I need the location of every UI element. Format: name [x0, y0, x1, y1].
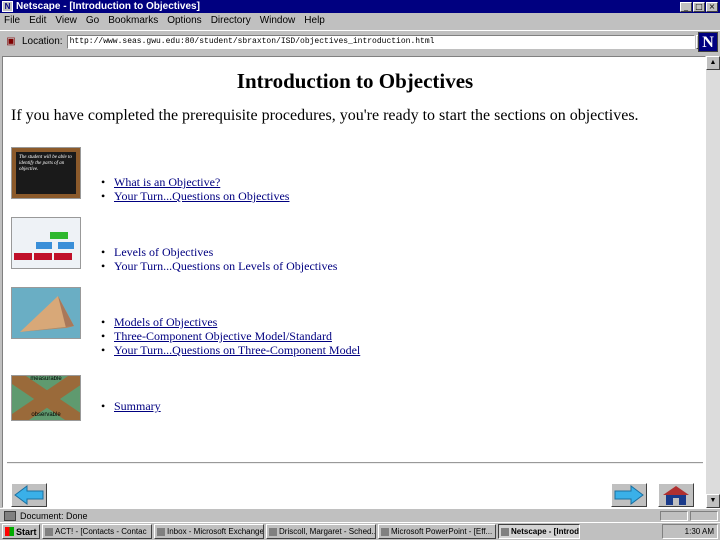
taskbar: Start ACT! - [Contacts - Contac Inbox - … — [0, 522, 720, 540]
link-summary[interactable]: Summary — [114, 399, 161, 413]
scroll-down-button[interactable]: ▼ — [706, 494, 720, 508]
list-item: What is an Objective? — [101, 175, 289, 189]
status-text: Document: Done — [20, 510, 88, 521]
link-three-component-model[interactable]: Three-Component Objective Model/Standard — [114, 329, 332, 343]
measurable-observable-icon: measurable observable — [11, 375, 81, 421]
start-label: Start — [16, 526, 37, 537]
right-arrow-icon — [614, 485, 644, 505]
menu-window[interactable]: Window — [260, 15, 296, 26]
menu-go[interactable]: Go — [86, 15, 99, 26]
page-title: Introduction to Objectives — [236, 69, 474, 93]
menu-bookmarks[interactable]: Bookmarks — [108, 15, 158, 26]
location-label: Location: — [22, 36, 63, 47]
model-shapes-icon — [11, 287, 81, 339]
link-questions-three-component[interactable]: Your Turn...Questions on Three-Component… — [114, 343, 360, 357]
close-button[interactable]: × — [706, 1, 718, 12]
list-item: Summary — [101, 399, 161, 413]
list-item: Your Turn...Questions on Three-Component… — [101, 343, 360, 357]
task-netscape[interactable]: Netscape - [Introduct... — [498, 524, 580, 539]
act-icon — [45, 527, 53, 536]
minimize-button[interactable]: _ — [680, 1, 692, 12]
task-powerpoint[interactable]: Microsoft PowerPoint - [Eff... — [378, 524, 496, 539]
chalkboard-thumbnail: The student will be able to identify the… — [11, 147, 81, 199]
task-label: Driscoll, Margaret - Sched... — [279, 527, 376, 536]
windows-logo-icon — [5, 527, 14, 536]
hierarchy-chart-icon — [11, 217, 81, 269]
section-models: Models of Objectives Three-Component Obj… — [11, 287, 691, 357]
link-levels-of-objectives[interactable]: Levels of Objectives — [114, 245, 213, 259]
netscape-icon — [501, 527, 509, 536]
vertical-scrollbar[interactable]: ▲ ▼ — [706, 56, 720, 508]
location-input[interactable]: http://www.seas.gwu.edu:80/student/sbrax… — [66, 34, 695, 49]
measurable-label: measurable — [30, 376, 62, 382]
menu-options[interactable]: Options — [167, 15, 201, 26]
task-act-contacts[interactable]: ACT! - [Contacts - Contac — [42, 524, 152, 539]
page-content: Introduction to Objectives If you have c… — [2, 56, 706, 508]
window-title: Netscape - [Introduction to Objectives] — [16, 1, 200, 12]
next-page-button[interactable] — [611, 483, 647, 507]
status-bar: Document: Done — [0, 508, 720, 522]
clock[interactable]: 1:30 AM — [685, 527, 714, 536]
menu-help[interactable]: Help — [304, 15, 325, 26]
home-button[interactable] — [658, 483, 694, 507]
system-tray: 1:30 AM — [662, 524, 718, 539]
progress-cell — [660, 510, 688, 521]
previous-page-button[interactable] — [11, 483, 47, 507]
menu-bar: File Edit View Go Bookmarks Options Dire… — [0, 13, 720, 27]
list-item: Three-Component Objective Model/Standard — [101, 329, 360, 343]
mail-cell — [690, 510, 718, 521]
task-label: ACT! - [Contacts - Contac — [55, 527, 147, 536]
security-key-icon — [4, 510, 16, 521]
schedule-icon — [269, 527, 277, 536]
task-exchange-inbox[interactable]: Inbox - Microsoft Exchange — [154, 524, 264, 539]
link-models-of-objectives[interactable]: Models of Objectives — [114, 315, 217, 329]
location-bar: ▣ Location: http://www.seas.gwu.edu:80/s… — [0, 30, 720, 52]
task-label: Microsoft PowerPoint - [Eff... — [391, 527, 493, 536]
list-item: Levels of Objectives — [101, 245, 337, 259]
observable-label: observable — [31, 412, 61, 418]
netscape-logo: N — [698, 32, 718, 52]
link-what-is-objective[interactable]: What is an Objective? — [114, 175, 220, 189]
home-icon — [663, 486, 689, 505]
list-item: Your Turn...Questions on Levels of Objec… — [101, 259, 337, 273]
bookmark-icon[interactable]: ▣ — [4, 35, 18, 49]
powerpoint-icon — [381, 527, 389, 536]
start-button[interactable]: Start — [2, 524, 40, 539]
netscape-app-icon[interactable]: N — [2, 1, 13, 12]
menu-view[interactable]: View — [55, 15, 77, 26]
list-item: Models of Objectives — [101, 315, 360, 329]
list-item: Your Turn...Questions on Objectives — [101, 189, 289, 203]
title-bar: N Netscape - [Introduction to Objectives… — [0, 0, 720, 13]
maximize-button[interactable]: □ — [693, 1, 705, 12]
left-arrow-icon — [14, 485, 44, 505]
menu-edit[interactable]: Edit — [29, 15, 46, 26]
task-label: Netscape - [Introduct... — [511, 527, 580, 536]
horizontal-rule — [7, 462, 703, 464]
task-schedule[interactable]: Driscoll, Margaret - Sched... — [266, 524, 376, 539]
menu-directory[interactable]: Directory — [211, 15, 251, 26]
inbox-icon — [157, 527, 165, 536]
section-summary: measurable observable Summary — [11, 375, 691, 429]
intro-text: If you have completed the prerequisite p… — [11, 107, 639, 124]
menu-file[interactable]: File — [4, 15, 20, 26]
chalkboard-text: The student will be able to identify the… — [16, 152, 76, 194]
link-questions-levels[interactable]: Your Turn...Questions on Levels of Objec… — [114, 259, 337, 273]
section-levels: Levels of Objectives Your Turn...Questio… — [11, 217, 691, 273]
task-label: Inbox - Microsoft Exchange — [167, 527, 264, 536]
link-questions-objectives[interactable]: Your Turn...Questions on Objectives — [114, 189, 289, 203]
section-objectives: The student will be able to identify the… — [11, 147, 691, 203]
scroll-up-button[interactable]: ▲ — [706, 56, 720, 70]
